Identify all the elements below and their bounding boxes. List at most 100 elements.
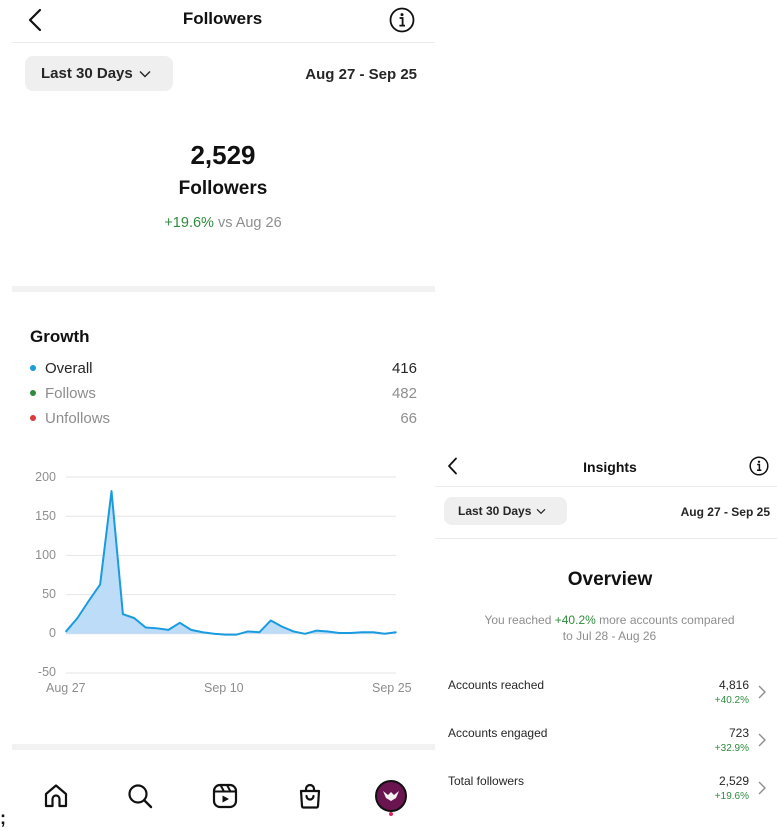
followers-change-value: +19.6% xyxy=(164,215,214,231)
overview-highlight: +40.2% xyxy=(554,613,596,627)
growth-chart xyxy=(65,476,397,674)
data-point xyxy=(99,583,101,586)
legend-label: Unfollows xyxy=(45,409,111,427)
x-tick-label: Aug 27 xyxy=(46,681,86,695)
date-range-label: Last 30 Days xyxy=(41,65,133,82)
data-point xyxy=(178,622,181,624)
section-divider xyxy=(12,744,435,750)
insight-row-total-followers[interactable]: Total followers 2,529 +19.6% xyxy=(448,770,773,812)
followers-label: Followers xyxy=(178,178,268,199)
legend-dot xyxy=(30,415,36,421)
row-change: +40.2% xyxy=(714,695,749,706)
data-point xyxy=(395,631,397,634)
legend-label: Overall xyxy=(45,359,93,377)
profile-notification-dot xyxy=(389,812,393,816)
row-label: Accounts engaged xyxy=(448,726,548,740)
data-point xyxy=(110,490,113,492)
growth-title: Growth xyxy=(30,327,90,346)
data-point xyxy=(258,631,261,634)
header-divider xyxy=(12,42,435,43)
overview-description: You reached +40.2% more accounts compare… xyxy=(452,612,767,644)
data-point xyxy=(144,626,147,629)
row-label: Total followers xyxy=(448,774,525,788)
nav-shop[interactable] xyxy=(290,776,330,816)
data-point xyxy=(349,632,352,634)
data-point xyxy=(201,631,204,634)
chevron-right-icon xyxy=(758,781,766,795)
date-range-label: Last 30 Days xyxy=(458,504,532,518)
header-divider xyxy=(435,538,777,539)
series-area xyxy=(66,491,396,635)
data-point xyxy=(338,632,340,634)
row-value: 4,816 xyxy=(718,678,749,692)
section-divider xyxy=(12,286,435,292)
data-point xyxy=(133,617,136,619)
data-point xyxy=(281,625,284,628)
data-point xyxy=(65,630,67,633)
data-point xyxy=(122,613,124,615)
chevron-down-icon xyxy=(536,508,546,514)
home-icon xyxy=(44,784,68,808)
profile-avatar xyxy=(375,780,407,812)
data-point xyxy=(235,633,238,636)
info-icon[interactable] xyxy=(748,455,770,477)
data-point xyxy=(167,629,170,631)
x-tick-label: Sep 10 xyxy=(204,681,244,695)
followers-change-suffix: vs Aug 26 xyxy=(217,215,282,231)
reels-icon xyxy=(212,783,238,809)
followers-change: +19.6% vs Aug 26 xyxy=(100,215,346,231)
nav-profile[interactable] xyxy=(371,776,411,816)
row-value: 723 xyxy=(728,726,749,740)
chevron-right-icon xyxy=(758,733,766,747)
legend-unfollows: Unfollows 66 xyxy=(30,407,417,429)
date-range-dates: Aug 27 - Sep 25 xyxy=(305,66,417,83)
data-point xyxy=(292,630,295,633)
page-title: Insights xyxy=(583,459,637,475)
legend-label: Follows xyxy=(45,384,96,402)
info-icon[interactable] xyxy=(388,6,416,34)
page-title: Followers xyxy=(182,9,263,28)
data-point xyxy=(270,619,272,622)
date-range-dropdown[interactable]: Last 30 Days xyxy=(444,497,567,525)
chevron-down-icon xyxy=(139,70,151,77)
overview-text: You reached xyxy=(484,613,552,627)
back-chevron-icon[interactable] xyxy=(22,6,48,34)
data-point xyxy=(383,633,386,635)
overview-text: to Jul 28 - Aug 26 xyxy=(562,629,657,643)
data-point xyxy=(326,630,329,633)
data-point xyxy=(76,617,79,619)
row-change: +19.6% xyxy=(714,791,749,802)
data-point xyxy=(315,629,318,632)
legend-overall: Overall 416 xyxy=(30,357,417,379)
back-chevron-icon[interactable] xyxy=(443,455,461,477)
header-divider xyxy=(435,486,777,487)
row-value: 2,529 xyxy=(718,774,749,788)
insight-row-accounts-engaged[interactable]: Accounts engaged 723 +32.9% xyxy=(448,722,773,764)
data-point xyxy=(372,631,375,634)
insight-row-accounts-reached[interactable]: Accounts reached 4,816 +40.2% xyxy=(448,674,773,716)
x-tick-label: Sep 25 xyxy=(372,681,412,695)
legend-dot xyxy=(30,390,36,396)
legend-follows: Follows 482 xyxy=(30,382,417,404)
data-point xyxy=(304,633,306,635)
search-icon xyxy=(128,784,153,809)
data-point xyxy=(213,633,215,635)
data-point xyxy=(224,633,227,636)
data-point xyxy=(361,631,363,634)
legend-value: 482 xyxy=(391,384,417,402)
chevron-right-icon xyxy=(758,685,766,699)
data-point xyxy=(247,630,249,633)
date-range-dropdown[interactable]: Last 30 Days xyxy=(25,56,173,91)
data-point xyxy=(87,600,90,602)
row-label: Accounts reached xyxy=(448,678,545,692)
nav-home[interactable] xyxy=(36,776,76,816)
text-fragment: ; xyxy=(0,808,6,828)
overview-title: Overview xyxy=(567,569,653,590)
legend-value: 66 xyxy=(400,409,417,427)
overview-text: more accounts compared xyxy=(599,613,735,627)
data-point xyxy=(190,629,192,631)
data-point xyxy=(156,627,158,630)
date-range-dates: Aug 27 - Sep 25 xyxy=(680,505,770,519)
nav-search[interactable] xyxy=(120,776,160,816)
nav-reels[interactable] xyxy=(205,776,245,816)
